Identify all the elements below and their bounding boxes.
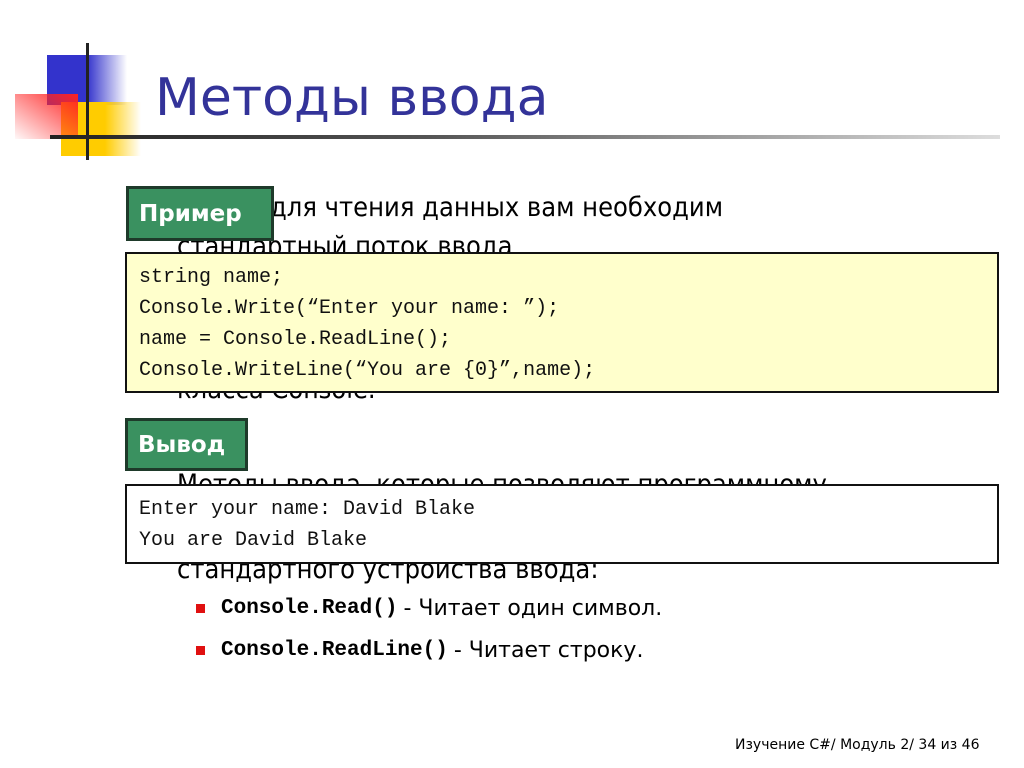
body-text: для чтения данных вам необходим: [270, 192, 724, 223]
example-code-box: string name; Console.Write(“Enter your n…: [125, 252, 999, 393]
bullet-item: Console.ReadLine() - Читает строку.: [196, 638, 643, 663]
bullet-text: - Читает один символ.: [403, 596, 663, 621]
bullet-text: - Читает строку.: [453, 638, 644, 663]
slide-footer: Изучение C#/ Модуль 2/ 34 из 46: [735, 737, 980, 753]
bullet-code: Console.Read(): [221, 597, 398, 620]
bullet-code: Console.ReadLine(): [221, 639, 448, 662]
code-line: Console.Write(“Enter your name: ”);: [139, 297, 560, 320]
logo-red-square: [15, 94, 78, 139]
example-label: Пример: [126, 186, 274, 241]
code-line: string name;: [139, 266, 284, 289]
bullet-square-icon: [196, 604, 205, 613]
code-line: name = Console.ReadLine();: [139, 328, 452, 351]
logo-vertical-line: [86, 43, 89, 160]
output-line: You are David Blake: [139, 529, 368, 552]
output-line: Enter your name: David Blake: [139, 498, 476, 521]
output-label: Вывод: [125, 418, 248, 471]
slide-title: Методы ввода: [155, 68, 549, 128]
bullet-square-icon: [196, 646, 205, 655]
code-line: Console.WriteLine(“You are {0}”,name);: [139, 359, 596, 382]
output-box: Enter your name: David Blake You are Dav…: [125, 484, 999, 564]
title-rule: [50, 135, 1000, 139]
bullet-item: Console.Read() - Читает один символ.: [196, 596, 662, 621]
